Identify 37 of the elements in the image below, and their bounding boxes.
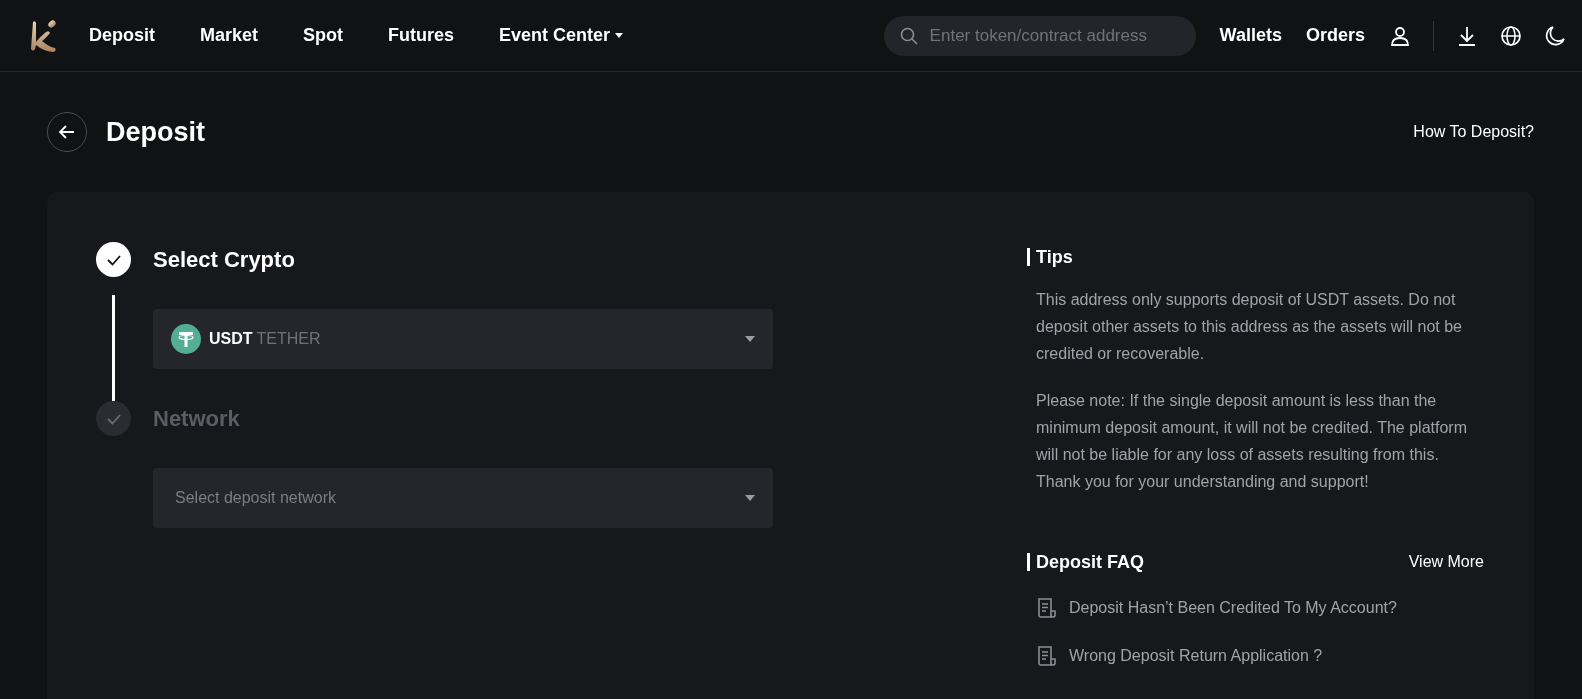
tip-paragraph: Please note: If the single deposit amount is less than the minimum deposit amount, it will not be credited. The platform will not be liable for any loss of assets resulting from this. Thank you for your understanding and support! — [1036, 391, 1468, 492]
nav-link[interactable]: Deposit — [89, 25, 155, 46]
dropdown-select[interactable]: Select deposit network — [153, 468, 773, 528]
step-title: Network — [153, 405, 241, 433]
nav-link[interactable]: Wallets — [1219, 25, 1282, 46]
view-more-link[interactable]: View More — [1408, 553, 1484, 571]
search-input[interactable]: Enter token/contract address — [927, 24, 1180, 47]
user-icon[interactable] — [1389, 24, 1411, 47]
coin-icon — [171, 324, 201, 354]
step-title: Select Crypto — [153, 246, 296, 274]
dropdown-select[interactable]: USDT TETHER — [153, 309, 773, 369]
back-arrow-icon — [58, 123, 76, 141]
search-icon — [899, 26, 918, 45]
help-link[interactable]: How To Deposit? — [1413, 123, 1534, 141]
nav-link[interactable]: Orders — [1305, 25, 1365, 46]
download-icon[interactable] — [1456, 24, 1478, 47]
caret-icon — [745, 336, 755, 342]
nav-link[interactable]: Market — [200, 25, 259, 46]
document-icon — [1037, 597, 1057, 619]
nav-link[interactable]: Spot — [303, 25, 344, 46]
faq-link[interactable]: Wrong Deposit Return Application ? — [1037, 645, 1484, 667]
coin-name: TETHER — [256, 330, 321, 348]
page-title: Deposit — [106, 116, 205, 148]
globe-icon[interactable] — [1500, 24, 1522, 47]
moon-icon[interactable] — [1544, 24, 1566, 47]
nav-link[interactable]: Event Center — [499, 25, 624, 46]
section-title: Deposit FAQ — [1027, 553, 1144, 571]
faq-link[interactable]: Deposit Hasn’t Been Credited To My Account? — [1037, 597, 1484, 619]
caret-icon — [615, 33, 624, 38]
section-title: Tips — [1027, 248, 1484, 266]
nav-link[interactable]: Futures — [388, 25, 455, 46]
caret-icon — [745, 495, 755, 501]
coin-symbol: USDT — [209, 330, 253, 348]
select-placeholder: Select deposit network — [174, 489, 336, 507]
document-icon — [1037, 645, 1057, 667]
search-field[interactable]: Enter token/contract address — [883, 15, 1196, 56]
tip-paragraph: This address only supports deposit of USDT assets. Do not deposit other assets to this address as the assets will not be credited or recoverable. — [1036, 290, 1463, 364]
